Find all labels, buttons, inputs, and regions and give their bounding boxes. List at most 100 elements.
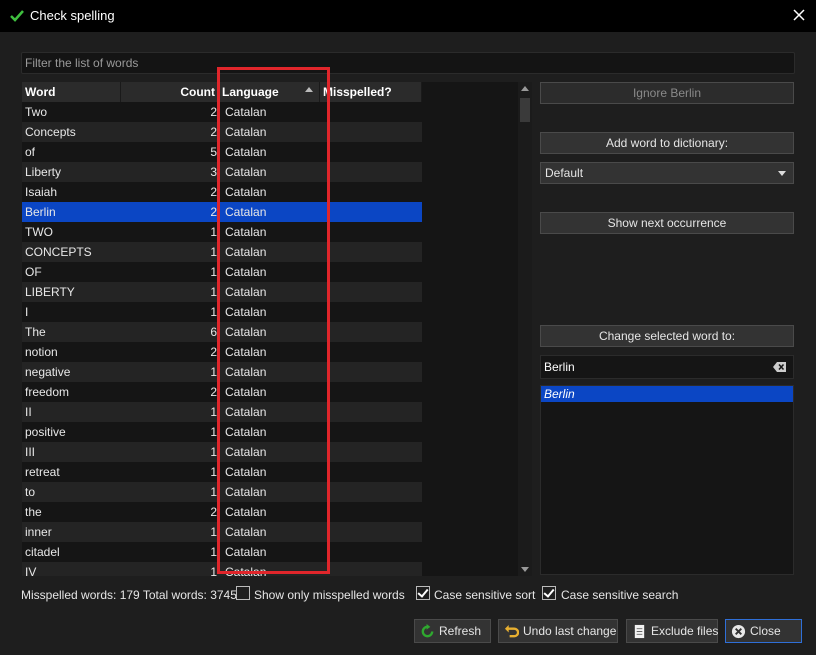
show-only-misspelled-label[interactable]: Show only misspelled words [254,587,405,603]
column-header-language[interactable]: Language [219,82,320,102]
table-row[interactable]: of 5 Catalan [22,142,422,162]
exclude-files-button[interactable]: Exclude files [626,619,718,643]
window-title: Check spelling [30,8,115,23]
table-row[interactable]: IV 1 Catalan [22,562,422,576]
cell-count: 2 [210,125,217,139]
clear-icon[interactable] [773,361,787,373]
column-header-misspelled[interactable]: Misspelled? [320,82,422,102]
cell-word: CONCEPTS [25,245,92,259]
cell-misspelled [320,242,420,262]
replacement-input[interactable]: Berlin [540,355,794,379]
table-row[interactable]: OF 1 Catalan [22,262,422,282]
table-row[interactable]: to 1 Catalan [22,482,422,502]
cell-word: to [25,485,36,499]
case-sensitive-search-checkbox[interactable] [542,586,556,600]
column-header-language-label: Language [222,85,279,99]
cell-word: positive [25,425,66,439]
add-to-dictionary-button[interactable]: Add word to dictionary: [540,132,794,154]
filter-input[interactable] [21,52,795,74]
table-row[interactable]: LIBERTY 1 Catalan [22,282,422,302]
table-row[interactable]: I 1 Catalan [22,302,422,322]
cell-misspelled [320,282,420,302]
suggestions-list[interactable]: Berlin [540,385,794,575]
cell-count: 1 [210,425,217,439]
sort-ascending-icon [305,87,313,92]
table-row[interactable]: negative 1 Catalan [22,362,422,382]
spellcheck-icon [10,10,24,22]
cell-misspelled [320,482,420,502]
title-bar: Check spelling [0,0,816,32]
undo-button[interactable]: Undo last change [498,619,618,643]
table-row[interactable]: TWO 1 Catalan [22,222,422,242]
cell-word: II [25,405,32,419]
cell-count: 2 [210,205,217,219]
table-row[interactable]: III 1 Catalan [22,442,422,462]
table-row[interactable]: Two 2 Catalan [22,102,422,122]
cell-count: 1 [210,485,217,499]
table-row[interactable]: citadel 1 Catalan [22,542,422,562]
cell-language: Catalan [225,125,267,139]
cell-language: Catalan [225,525,267,539]
scroll-thumb[interactable] [520,98,530,122]
cell-language: Catalan [225,265,267,279]
table-row[interactable]: Liberty 3 Catalan [22,162,422,182]
ignore-word-button[interactable]: Ignore Berlin [540,82,794,104]
column-header-count[interactable]: Count [121,82,219,102]
cell-count: 3 [210,165,217,179]
cell-misspelled [320,402,420,422]
case-sensitive-search-label[interactable]: Case sensitive search [561,587,678,603]
table-scrollbar[interactable] [518,82,532,576]
dictionary-select[interactable]: Default [540,162,794,184]
cell-misspelled [320,442,420,462]
table-row[interactable]: notion 2 Catalan [22,342,422,362]
cell-count: 2 [210,105,217,119]
table-row[interactable]: Concepts 2 Catalan [22,122,422,142]
cell-word: freedom [25,385,70,399]
cell-language: Catalan [225,465,267,479]
case-sensitive-sort-label[interactable]: Case sensitive sort [434,587,535,603]
table-row[interactable]: Berlin 2 Catalan [22,202,422,222]
case-sensitive-sort-checkbox[interactable] [416,586,430,600]
cell-language: Catalan [225,485,267,499]
column-header-word[interactable]: Word [22,82,121,102]
cell-language: Catalan [225,325,267,339]
table-row[interactable]: inner 1 Catalan [22,522,422,542]
header-filler [422,82,522,102]
table-row[interactable]: the 2 Catalan [22,502,422,522]
table-row[interactable]: The 6 Catalan [22,322,422,342]
cell-misspelled [320,222,420,242]
table-row[interactable]: Isaiah 2 Catalan [22,182,422,202]
cell-language: Catalan [225,205,267,219]
scroll-up-icon[interactable] [521,86,529,91]
cell-language: Catalan [225,425,267,439]
show-next-occurrence-button[interactable]: Show next occurrence [540,212,794,234]
table-header: Word Count Language Misspelled? [22,82,522,102]
change-word-button[interactable]: Change selected word to: [540,325,794,347]
words-table[interactable]: Word Count Language Misspelled? Two 2 Cata… [22,82,522,576]
cell-language: Catalan [225,545,267,559]
close-label: Close [750,624,781,638]
cell-count: 6 [210,325,217,339]
cell-language: Catalan [225,145,267,159]
cell-word: retreat [25,465,60,479]
cell-language: Catalan [225,165,267,179]
table-row[interactable]: retreat 1 Catalan [22,462,422,482]
cell-word: notion [25,345,58,359]
refresh-button[interactable]: Refresh [414,619,491,643]
cell-word: III [25,445,36,459]
cell-count: 1 [210,565,217,576]
table-row[interactable]: II 1 Catalan [22,402,422,422]
table-row[interactable]: CONCEPTS 1 Catalan [22,242,422,262]
cell-misspelled [320,382,420,402]
cell-misspelled [320,202,420,222]
cell-word: Isaiah [25,185,58,199]
cell-language: Catalan [225,385,267,399]
scroll-down-icon[interactable] [521,567,529,572]
table-row[interactable]: positive 1 Catalan [22,422,422,442]
show-only-misspelled-checkbox[interactable] [236,586,250,600]
close-icon[interactable] [790,6,808,24]
close-button[interactable]: Close [725,619,802,643]
cell-word: inner [25,525,52,539]
table-row[interactable]: freedom 2 Catalan [22,382,422,402]
suggestion-item[interactable]: Berlin [541,386,793,402]
